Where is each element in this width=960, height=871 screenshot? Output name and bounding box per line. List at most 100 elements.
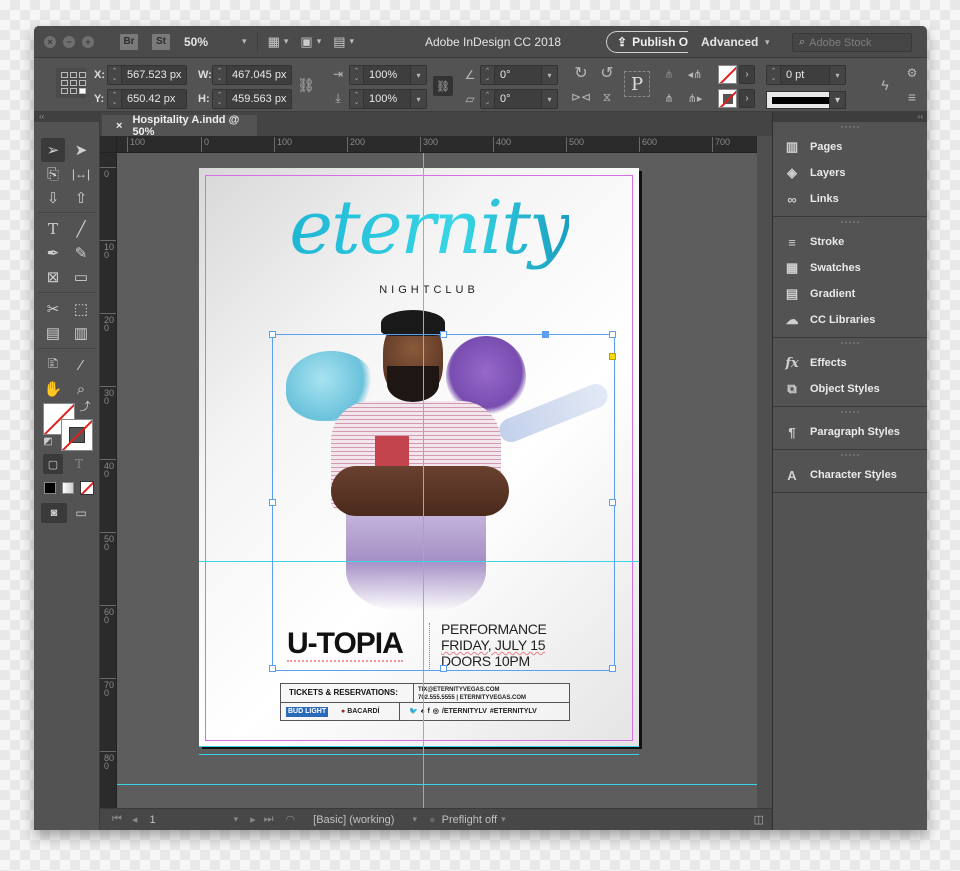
collapse-tools-button[interactable]: ‹‹ [34,112,99,122]
type-tool-icon[interactable]: T [41,217,65,241]
page-dropdown-icon[interactable]: ▾ [234,814,239,825]
horizontal-ruler[interactable]: 100 0 100 200 300 400 500 600 700 [117,136,772,153]
stroke-swatch[interactable] [718,89,737,108]
scale-y-dropdown[interactable]: ▾ [410,90,426,108]
scale-y-field[interactable]: ⌃ ⌄ 100% ▾ [349,89,427,109]
panel-layers[interactable]: ◈ Layers [773,160,927,186]
gradient-swatch-tool-icon[interactable]: ▤ [41,321,65,345]
panel-gradient[interactable]: ▤ Gradient [773,281,927,307]
stroke-menu-button[interactable]: › [739,89,755,108]
horizontal-guide[interactable] [199,746,639,747]
scale-x-dropdown[interactable]: ▾ [410,66,426,84]
free-transform-tool-icon[interactable]: ⬚ [69,297,93,321]
x-position-field[interactable]: ⌃ ⌄ 567.523 px [107,65,187,85]
rotate-clockwise-icon[interactable]: ↻ [572,64,590,82]
split-view-icon[interactable]: ◫ [754,813,764,826]
panel-effects[interactable]: fx Effects [773,350,927,376]
page-number-field[interactable]: 1 [149,814,155,826]
bridge-button[interactable]: Br [120,33,138,50]
screen-mode-tool-icon[interactable]: ▭ [71,503,91,523]
w-stepper[interactable]: ⌃ ⌄ [213,66,227,84]
workspace-switcher[interactable]: Advanced [701,35,758,49]
panel-stroke[interactable]: ≡ Stroke [773,229,927,255]
constrain-scale-icon[interactable]: ⛓ [433,76,453,96]
close-tab-icon[interactable]: × [116,120,122,132]
style-status[interactable]: [Basic] (working) [313,814,394,826]
resize-handle[interactable] [440,665,447,672]
fill-swatch[interactable] [718,65,737,84]
stroke-weight-field[interactable]: ⌃ ⌄ 0 pt ▾ [766,65,846,85]
apply-none-icon[interactable] [80,481,94,495]
rotation-angle-field[interactable]: ⌃ ⌄ 0° ▾ [480,65,558,85]
screen-mode-dropdown-icon[interactable]: ▾ [317,36,322,47]
panel-cc-libraries[interactable]: ☁ CC Libraries [773,307,927,333]
panel-paragraph-styles[interactable]: ¶ Paragraph Styles [773,419,927,445]
resize-handle[interactable] [609,665,616,672]
rectangle-frame-tool-icon[interactable]: ⊠ [41,265,65,289]
panel-object-styles[interactable]: ⧉ Object Styles [773,376,927,402]
flip-horizontal-icon[interactable]: ⊳⊲ [571,88,591,106]
rotation-stepper[interactable]: ⌃ ⌄ [481,66,495,84]
publish-online-button[interactable]: ⇪ Publish O [606,31,688,53]
gap-tool-icon[interactable]: |↔| [69,162,93,186]
constrain-proportions-icon[interactable]: ⛓ [297,76,315,94]
rectangle-tool-icon[interactable]: ▭ [69,265,93,289]
content-collector-icon[interactable]: ⇩ [41,186,65,210]
style-dropdown-icon[interactable]: ▾ [412,814,417,825]
panel-pages[interactable]: ▥ Pages [773,134,927,160]
direct-selection-tool-icon[interactable]: ➤ [69,138,93,162]
y-stepper[interactable]: ⌃ ⌄ [108,90,122,108]
ruler-origin[interactable] [100,136,117,153]
zoom-level[interactable]: 50% [184,35,208,49]
select-container-icon[interactable]: ⋔ [661,66,677,82]
normal-view-mode-icon[interactable]: ◙ [41,503,67,523]
shear-stepper[interactable]: ⌃ ⌄ [481,90,495,108]
panel-menu-icon[interactable]: ≡ [904,89,920,105]
selected-frame[interactable] [269,331,616,672]
last-page-icon[interactable]: ⏭ [264,813,274,826]
logo-eternity[interactable]: eternity [289,173,571,283]
workspace-dropdown-icon[interactable]: ▾ [765,37,770,48]
rotate-counterclockwise-icon[interactable]: ↺ [598,64,616,82]
scale-x-field[interactable]: ⌃ ⌄ 100% ▾ [349,65,427,85]
panel-character-styles[interactable]: A Character Styles [773,462,927,488]
resize-handle[interactable] [269,331,276,338]
live-corners-handle[interactable] [609,353,616,360]
resize-handle[interactable] [440,331,447,338]
vertical-scrollbar[interactable] [757,136,772,808]
select-previous-object-icon[interactable]: ◂⋔ [685,66,705,82]
stroke-weight-dropdown[interactable]: ▾ [829,66,845,84]
swap-fill-stroke-icon[interactable]: ⤴ [78,399,92,413]
shear-angle-field[interactable]: ⌃ ⌄ 0° ▾ [480,89,558,109]
note-tool-icon[interactable]: 🗈 [41,353,65,377]
scale-y-stepper[interactable]: ⌃ ⌄ [350,90,364,108]
selection-tool-icon[interactable]: ➢ [41,138,65,162]
preflight-status[interactable]: Preflight off [442,814,497,826]
panel-links[interactable]: ∞ Links [773,186,927,212]
stroke-color-box[interactable] [61,419,93,451]
content-placer-icon[interactable]: ⇧ [69,186,93,210]
pen-tool-icon[interactable]: ✒ [41,241,65,265]
content-grabber-handle[interactable] [542,331,549,338]
resize-handle[interactable] [609,499,616,506]
maximize-window-button[interactable]: + [82,35,94,48]
hand-tool-icon[interactable]: ✋ [41,377,65,401]
preflight-dropdown-icon[interactable]: ▾ [501,814,506,825]
apply-color-icon[interactable] [44,482,56,494]
screen-mode-icon[interactable]: ▣ [300,34,312,50]
formatting-affects-container-icon[interactable]: ▢ [43,454,63,474]
select-next-object-icon[interactable]: ⋔▸ [685,90,705,106]
gradient-feather-tool-icon[interactable]: ▥ [69,321,93,345]
width-field[interactable]: ⌃ ⌄ 467.045 px [212,65,292,85]
quick-apply-icon[interactable]: ϟ [877,76,893,94]
reference-point-selector[interactable] [56,68,86,98]
select-content-icon[interactable]: ⋔ [661,90,677,106]
first-page-icon[interactable]: ⏮ [112,813,122,826]
adobe-stock-search[interactable]: ⌕ Adobe Stock [792,33,912,52]
open-document-icon[interactable]: ◠ [286,813,296,826]
view-options-icon[interactable]: ▦ [268,34,280,50]
height-field[interactable]: ⌃ ⌄ 459.563 px [212,89,292,109]
previous-page-icon[interactable]: ◂ [132,813,138,826]
pencil-tool-icon[interactable]: ✎ [69,241,93,265]
stroke-weight-stepper[interactable]: ⌃ ⌄ [767,66,781,84]
